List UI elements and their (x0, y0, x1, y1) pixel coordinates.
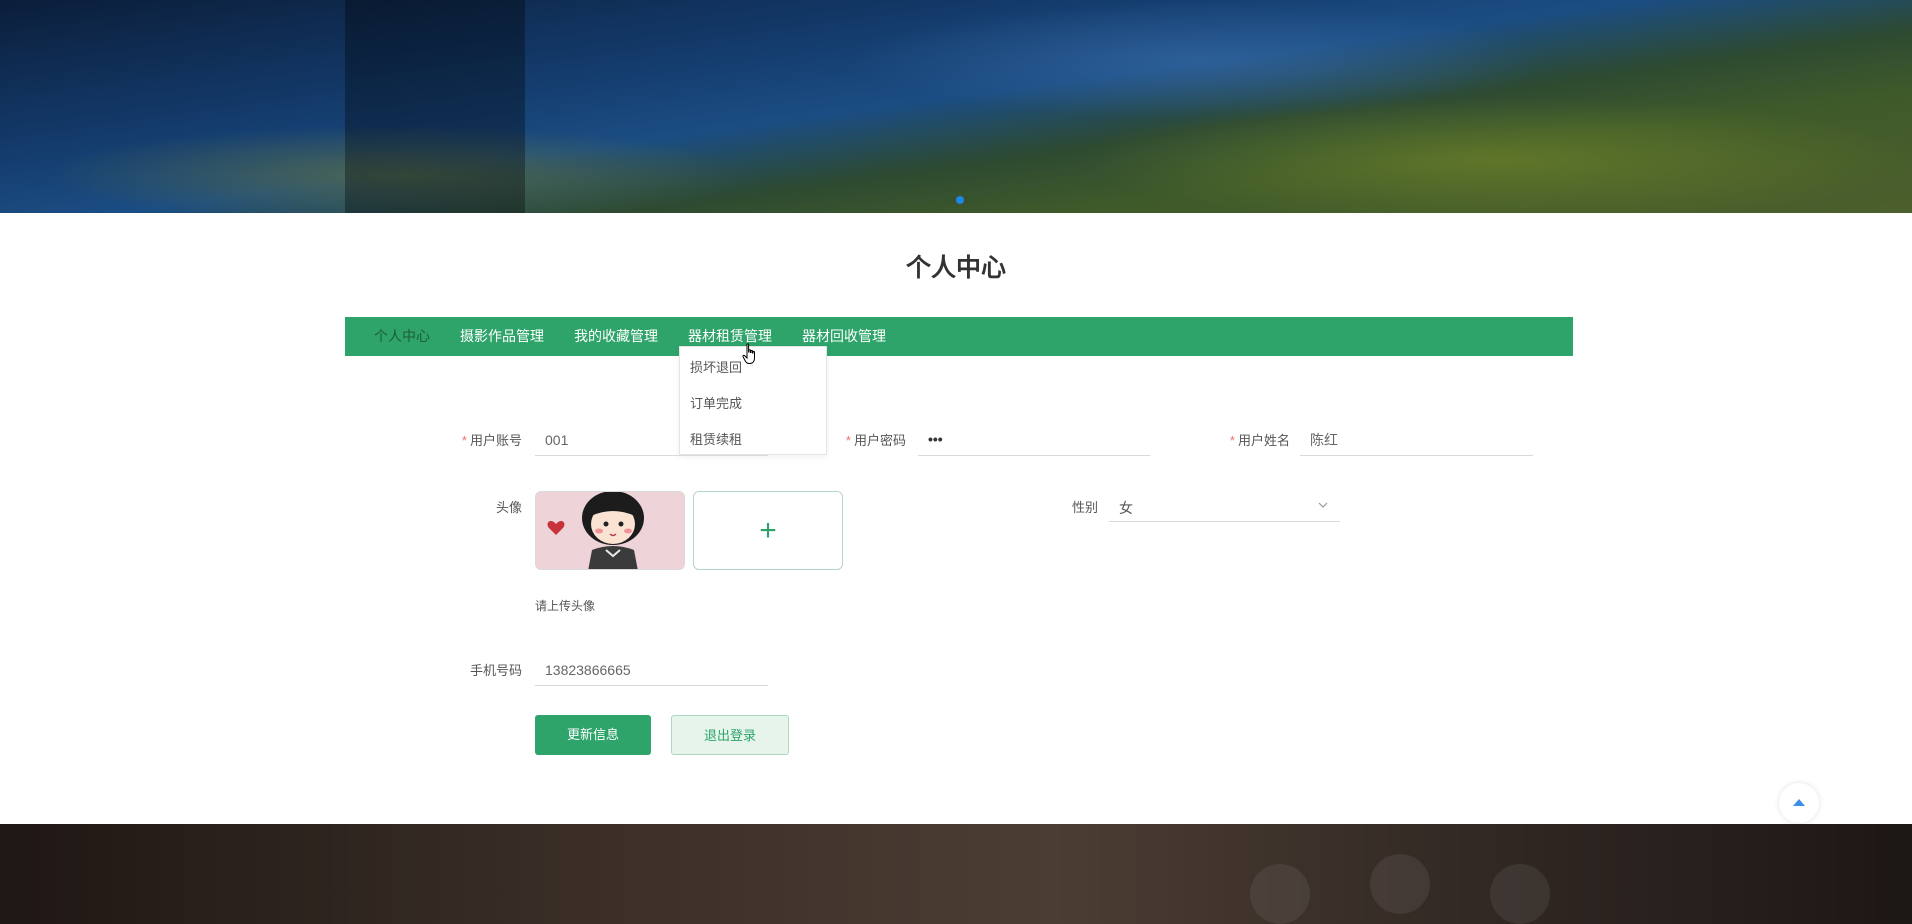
back-to-top-button[interactable] (1779, 783, 1819, 823)
update-info-button[interactable]: 更新信息 (535, 715, 651, 755)
dropdown-item-damage-return[interactable]: 损坏退回 (690, 357, 742, 376)
plus-icon: + (759, 514, 777, 547)
account-label-text: 用户账号 (469, 433, 522, 448)
pointer-cursor-icon (742, 343, 755, 364)
name-label: * 用户姓名 (1208, 430, 1290, 449)
avatar-preview[interactable] (535, 491, 685, 570)
required-mark: * (461, 433, 467, 448)
footer-decoration (1370, 854, 1430, 914)
footer-banner (0, 824, 1912, 924)
arrow-up-icon (1793, 799, 1805, 806)
phone-label: 手机号码 (469, 663, 522, 678)
phone-input[interactable] (535, 654, 768, 686)
top-banner (0, 0, 1912, 213)
logout-button[interactable]: 退出登录 (671, 715, 789, 755)
footer-decoration (1250, 864, 1310, 924)
name-input[interactable] (1300, 424, 1533, 456)
password-label-text: 用户密码 (853, 433, 906, 448)
account-label: * 用户账号 (440, 430, 522, 449)
banner-water (850, 0, 1550, 120)
required-mark: * (1229, 433, 1235, 448)
gender-selected-value: 女 (1119, 500, 1133, 516)
avatar-label: 头像 (495, 500, 522, 515)
carousel-indicator-dot[interactable] (956, 196, 964, 204)
gender-label: 性别 (1071, 500, 1098, 515)
dropdown-item-order-complete[interactable]: 订单完成 (690, 393, 742, 412)
chevron-down-icon (1318, 502, 1328, 508)
password-input[interactable]: ••• (918, 424, 1150, 456)
page-title: 个人中心 (905, 254, 1006, 282)
avatar-hint: 请上传头像 (535, 599, 596, 613)
banner-shade (345, 0, 525, 213)
nav-item-personal-center[interactable]: 个人中心 (374, 317, 430, 356)
gender-select[interactable]: 女 (1109, 490, 1340, 522)
account-input[interactable] (535, 424, 768, 456)
nav-bar: 个人中心 摄影作品管理 我的收藏管理 器材租赁管理 器材回收管理 (345, 317, 1573, 356)
avatar-image (536, 492, 684, 569)
required-mark: * (845, 433, 851, 448)
nav-item-photo-works[interactable]: 摄影作品管理 (460, 317, 544, 356)
avatar-upload-button[interactable]: + (693, 491, 843, 570)
nav-item-favorites[interactable]: 我的收藏管理 (574, 317, 658, 356)
name-label-text: 用户姓名 (1237, 433, 1290, 448)
password-label: * 用户密码 (824, 430, 906, 449)
footer-decoration (1490, 864, 1550, 924)
